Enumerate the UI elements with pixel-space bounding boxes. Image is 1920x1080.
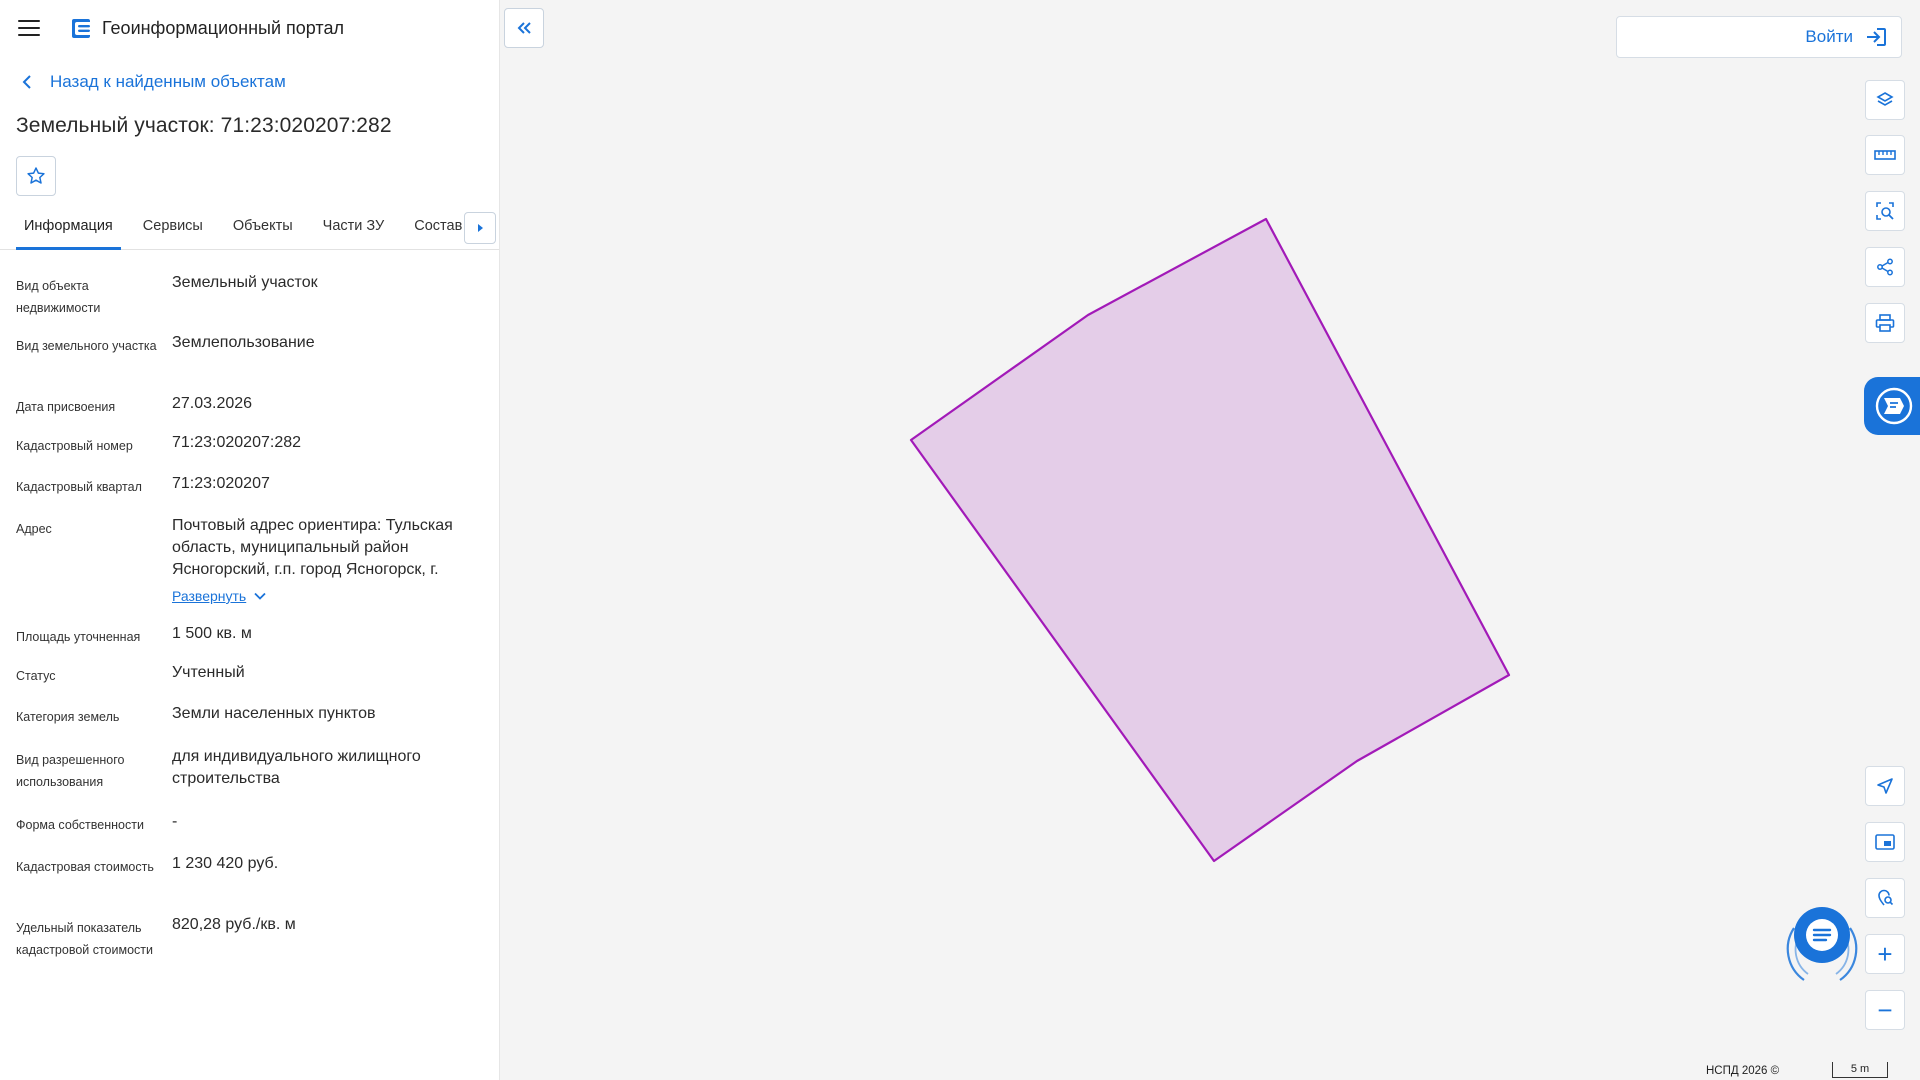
map-svg xyxy=(909,217,1511,863)
tabs-scroll-right-button[interactable] xyxy=(464,212,496,244)
property-label: Адрес xyxy=(16,522,52,536)
scale-label: 5 m xyxy=(1850,1063,1870,1075)
scale-bar: 5 m xyxy=(1832,1062,1888,1078)
tab-services[interactable]: Сервисы xyxy=(135,214,211,250)
expand-label: Развернуть xyxy=(172,588,247,604)
tab-objects[interactable]: Объекты xyxy=(225,214,301,250)
print-button[interactable] xyxy=(1865,303,1905,343)
tab-parts[interactable]: Части ЗУ xyxy=(315,214,393,250)
property-value: Земли населенных пунктов xyxy=(172,705,376,722)
layers-button[interactable] xyxy=(1865,80,1905,120)
address-value-block: Почтовый адрес ориентира: Тульская облас… xyxy=(172,515,487,608)
property-label: Форма собственности xyxy=(16,818,144,832)
favorite-button[interactable] xyxy=(16,156,56,196)
share-icon xyxy=(1877,258,1893,276)
property-label: Площадь уточненная xyxy=(16,630,141,644)
property-row: Удельный показатель кадастровой стоимост… xyxy=(16,914,499,994)
property-label: Статус xyxy=(16,669,56,683)
property-label: Кадастровый квартал xyxy=(16,480,142,494)
property-label: Удельный показатель кадастровой стоимост… xyxy=(16,921,153,957)
property-value: - xyxy=(172,813,178,830)
chat-button[interactable] xyxy=(1774,900,1870,996)
property-row: Вид земельного участка Землепользование xyxy=(16,332,499,393)
area-select-button[interactable] xyxy=(1865,191,1905,231)
login-button[interactable]: Войти xyxy=(1616,16,1902,58)
property-row: Кадастровая стоимость 1 230 420 руб. xyxy=(16,853,499,914)
map-footer: НСПД 2026 © 5 m xyxy=(1698,1062,1920,1080)
property-label: Кадастровая стоимость xyxy=(16,860,154,874)
tab-info[interactable]: Информация xyxy=(16,214,121,250)
property-row: Дата присвоения 27.03.2026 xyxy=(16,393,499,432)
login-icon xyxy=(1867,28,1886,46)
back-link-label: Назад к найденным объектам xyxy=(50,72,286,91)
property-label: Вид разрешенного использования xyxy=(16,753,125,789)
property-row: Вид объекта недвижимости Земельный участ… xyxy=(16,272,499,332)
tab-composition[interactable]: Состав xyxy=(406,214,470,250)
property-row: Кадастровый квартал 71:23:020207 xyxy=(16,473,499,515)
land-parcel-polygon[interactable] xyxy=(909,217,1511,863)
ruler-icon xyxy=(1874,150,1896,160)
copyright-text: НСПД 2026 © xyxy=(1706,1065,1780,1077)
portal-logo-icon xyxy=(72,19,90,38)
property-value: 27.03.2026 xyxy=(172,395,253,412)
property-value: 1 230 420 руб. xyxy=(172,855,279,872)
services-side-tab[interactable] xyxy=(1864,377,1920,435)
expand-address-link[interactable]: Развернуть xyxy=(172,585,266,607)
property-value: Землепользование xyxy=(172,334,315,351)
zoom-out-button[interactable]: − xyxy=(1865,990,1905,1030)
minimap-icon xyxy=(1875,834,1895,850)
map-canvas[interactable] xyxy=(500,0,1920,1080)
property-row: Вид разрешенного использования для индив… xyxy=(16,746,499,811)
property-value: Учтенный xyxy=(172,664,245,681)
property-label: Вид объекта недвижимости xyxy=(16,279,101,315)
property-label: Кадастровый номер xyxy=(16,439,133,453)
property-value: 71:23:020207:282 xyxy=(172,434,302,451)
area-select-icon xyxy=(1876,202,1894,220)
menu-icon[interactable] xyxy=(18,20,40,36)
property-value: для индивидуального жилищного строительс… xyxy=(172,748,421,787)
minimap-button[interactable] xyxy=(1865,822,1905,862)
property-list: Вид объекта недвижимости Земельный участ… xyxy=(0,272,499,994)
geo-search-icon xyxy=(1878,889,1894,906)
property-label: Вид земельного участка xyxy=(16,339,157,353)
property-value: Земельный участок xyxy=(172,274,318,291)
property-value: 1 500 кв. м xyxy=(172,625,252,642)
property-row: Категория земель Земли населенных пункто… xyxy=(16,703,499,746)
chevron-left-icon xyxy=(22,75,31,89)
login-label: Войти xyxy=(1805,27,1853,46)
property-row: Кадастровый номер 71:23:020207:282 xyxy=(16,432,499,473)
tab-bar: Информация Сервисы Объекты Части ЗУ Сост… xyxy=(0,212,499,250)
geo-search-button[interactable] xyxy=(1865,878,1905,918)
star-icon xyxy=(27,167,45,184)
zoom-in-button[interactable]: + xyxy=(1865,934,1905,974)
chat-icon xyxy=(1786,907,1858,981)
property-value: Почтовый адрес ориентира: Тульская облас… xyxy=(172,517,453,578)
measure-button[interactable] xyxy=(1865,135,1905,175)
property-label: Дата присвоения xyxy=(16,400,116,414)
property-row: Адрес Почтовый адрес ориентира: Тульская… xyxy=(16,515,499,623)
locate-button[interactable] xyxy=(1865,766,1905,806)
object-title: Земельный участок: 71:23:020207:282 xyxy=(16,114,392,137)
info-panel: Геоинформационный портал Назад к найденн… xyxy=(0,0,500,1080)
back-to-results-link[interactable]: Назад к найденным объектам xyxy=(22,72,499,92)
locate-icon xyxy=(1877,778,1893,794)
property-value: 820,28 руб./кв. м xyxy=(172,916,296,933)
top-bar: Геоинформационный портал xyxy=(0,0,499,56)
layers-icon xyxy=(1876,92,1894,106)
app-title: Геоинформационный портал xyxy=(102,17,344,38)
collapse-panel-button[interactable] xyxy=(504,8,544,48)
double-chevron-left-icon xyxy=(517,22,531,34)
property-row: Площадь уточненная 1 500 кв. м xyxy=(16,623,499,662)
property-row: Статус Учтенный xyxy=(16,662,499,703)
property-value: 71:23:020207 xyxy=(172,475,270,492)
property-row: Форма собственности - xyxy=(16,811,499,853)
document-chat-icon xyxy=(1875,387,1913,425)
share-button[interactable] xyxy=(1865,247,1905,287)
property-label: Категория земель xyxy=(16,710,120,724)
caret-right-icon xyxy=(478,224,483,232)
chevron-down-icon xyxy=(254,592,266,600)
print-icon xyxy=(1875,314,1895,332)
